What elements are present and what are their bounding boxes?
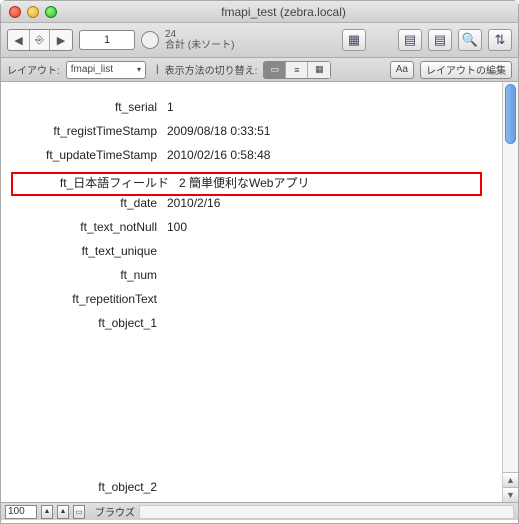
traffic-lights bbox=[9, 6, 57, 18]
scrollbar-thumb[interactable] bbox=[505, 84, 516, 144]
field-value[interactable]: 100 bbox=[167, 220, 502, 234]
field-row: ft_updateTimeStamp2010/02/16 0:58:48 bbox=[1, 148, 502, 172]
field-value[interactable]: 2 簡単便利なWebアプリ bbox=[179, 174, 480, 191]
find-button[interactable]: 🔍 bbox=[458, 29, 482, 51]
found-set-pie-icon[interactable] bbox=[141, 31, 159, 49]
layout-red-arrow-icon: ▤ bbox=[434, 32, 446, 48]
delete-layout-toolbar-button[interactable]: ▤ bbox=[428, 29, 452, 51]
field-row: ft_text_unique bbox=[1, 244, 502, 268]
record-status: 24 合計 (未ソート) bbox=[165, 29, 234, 51]
scroll-down-button[interactable]: ▼ bbox=[503, 487, 518, 502]
record-navigation: ◀ ⎆ ▶ bbox=[7, 29, 73, 51]
horizontal-scrollbar[interactable] bbox=[139, 505, 514, 519]
zoom-small-button[interactable]: ▲ bbox=[41, 505, 53, 519]
view-switch-label: 表示方法の切り替え: bbox=[165, 62, 258, 77]
scroll-up-button[interactable]: ▲ bbox=[503, 472, 518, 487]
next-record-button[interactable]: ▶ bbox=[50, 30, 72, 50]
record-sort-status: 合計 (未ソート) bbox=[165, 40, 234, 51]
text-format-button[interactable]: Aa bbox=[390, 61, 414, 79]
field-label: ft_text_unique bbox=[1, 244, 167, 258]
field-label: ft_repetitionText bbox=[1, 292, 167, 306]
zoom-input[interactable]: 100 bbox=[5, 505, 37, 519]
zoom-large-button[interactable]: ▲ bbox=[57, 505, 69, 519]
field-row: ft_date2010/2/16 bbox=[1, 196, 502, 220]
field-label: ft_date bbox=[1, 196, 167, 210]
vertical-scrollbar[interactable]: ▲ ▼ bbox=[502, 82, 518, 502]
page-icon: ▦ bbox=[348, 32, 360, 48]
field-label: ft_serial bbox=[1, 100, 167, 114]
prev-record-button[interactable]: ◀ bbox=[8, 30, 30, 50]
window-title: fmapi_test (zebra.local) bbox=[57, 5, 510, 19]
record-total: 24 bbox=[165, 29, 234, 40]
minimize-button[interactable] bbox=[27, 6, 39, 18]
field-row: ft_text_notNull100 bbox=[1, 220, 502, 244]
field-row: ft_object_1 bbox=[1, 316, 502, 330]
status-toggle-button[interactable]: ▭ bbox=[73, 505, 85, 519]
field-label: ft_num bbox=[1, 268, 167, 282]
field-label: ft_updateTimeStamp bbox=[1, 148, 167, 162]
edit-layout-toolbar-button[interactable]: ▤ bbox=[398, 29, 422, 51]
view-table-button[interactable]: ▦ bbox=[308, 62, 330, 78]
edit-layout-button[interactable]: レイアウトの編集 bbox=[420, 61, 512, 79]
record-slider-icon[interactable]: ⎆ bbox=[30, 30, 50, 50]
layout-selector-value: fmapi_list bbox=[71, 64, 113, 75]
view-list-button[interactable]: ≡ bbox=[286, 62, 308, 78]
mode-label: ブラウズ bbox=[95, 504, 135, 519]
field-value[interactable]: 2010/2/16 bbox=[167, 196, 502, 210]
zoom-button[interactable] bbox=[45, 6, 57, 18]
chevron-down-icon: ▾ bbox=[137, 65, 141, 74]
toolbar: ◀ ⎆ ▶ 1 24 合計 (未ソート) ▦ ▤ ▤ 🔍 ⇅ bbox=[1, 23, 518, 58]
record-number-input[interactable]: 1 bbox=[79, 30, 135, 50]
field-value[interactable]: 2010/02/16 0:58:48 bbox=[167, 148, 502, 162]
sort-arrows-icon: ⇅ bbox=[495, 32, 506, 48]
field-label: ft_registTimeStamp bbox=[1, 124, 167, 138]
status-bar: 100 ▲ ▲ ▭ ブラウズ bbox=[1, 502, 518, 520]
window-titlebar: fmapi_test (zebra.local) bbox=[1, 1, 518, 23]
close-button[interactable] bbox=[9, 6, 21, 18]
magnifier-icon: 🔍 bbox=[462, 32, 478, 48]
field-row: ft_repetitionText bbox=[1, 292, 502, 316]
field-row: ft_serial1 bbox=[1, 100, 502, 124]
field-label: ft_日本語フィールド bbox=[13, 174, 179, 191]
field-row: ft_日本語フィールド2 簡単便利なWebアプリ bbox=[11, 172, 482, 196]
record-body: ft_serial1ft_registTimeStamp2009/08/18 0… bbox=[1, 82, 502, 502]
layout-selector[interactable]: fmapi_list ▾ bbox=[66, 61, 146, 79]
view-form-button[interactable]: ▭ bbox=[264, 62, 286, 78]
field-row: ft_object_2 bbox=[1, 480, 502, 502]
layout-bar: レイアウト: fmapi_list ▾ | 表示方法の切り替え: ▭ ≡ ▦ A… bbox=[1, 58, 518, 82]
field-row: ft_num bbox=[1, 268, 502, 292]
layout-label: レイアウト: bbox=[7, 62, 60, 77]
field-value[interactable]: 2009/08/18 0:33:51 bbox=[167, 124, 502, 138]
sort-button[interactable]: ⇅ bbox=[488, 29, 512, 51]
layout-green-arrow-icon: ▤ bbox=[404, 32, 416, 48]
field-row: ft_registTimeStamp2009/08/18 0:33:51 bbox=[1, 124, 502, 148]
view-mode-buttons: ▭ ≡ ▦ bbox=[263, 61, 331, 79]
field-label: ft_object_1 bbox=[1, 316, 167, 330]
field-value[interactable]: 1 bbox=[167, 100, 502, 114]
field-label: ft_text_notNull bbox=[1, 220, 167, 234]
new-record-button[interactable]: ▦ bbox=[342, 29, 366, 51]
field-label: ft_object_2 bbox=[1, 480, 167, 494]
